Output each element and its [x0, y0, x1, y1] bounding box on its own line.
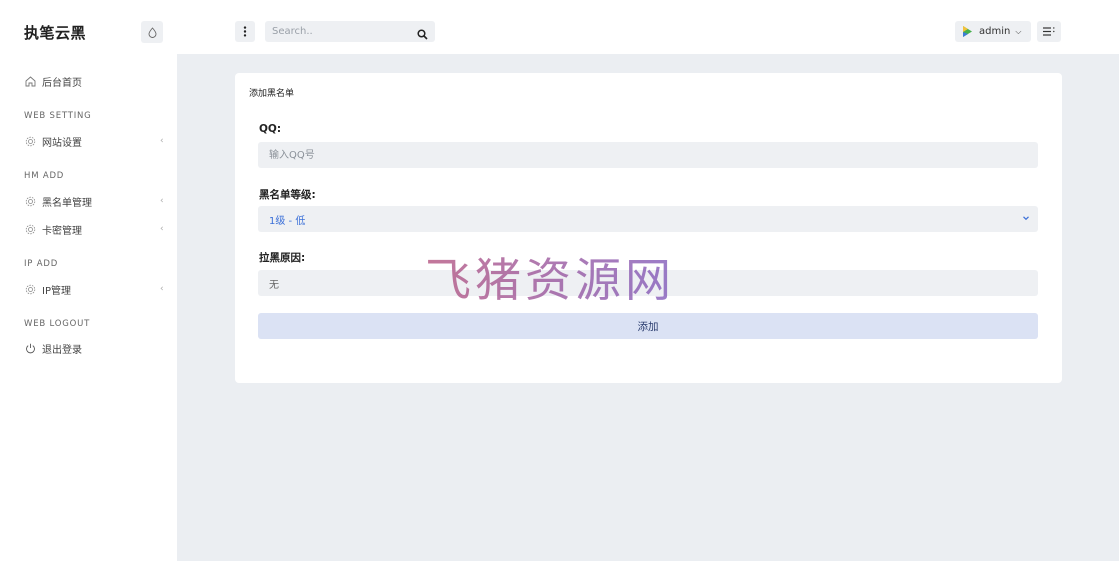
theme-toggle-button[interactable] — [141, 21, 163, 43]
sidebar-item-label: 退出登录 — [42, 344, 82, 356]
chevron-left-icon: ‹ — [160, 196, 164, 206]
qq-input[interactable] — [258, 142, 1038, 168]
section-web-setting: WEB SETTING — [24, 111, 92, 121]
search-icon[interactable] — [417, 25, 428, 44]
card-title: 添加黑名单 — [249, 89, 295, 99]
section-hm-add: HM ADD — [24, 171, 65, 181]
search-input[interactable] — [265, 21, 435, 42]
gear-icon — [24, 283, 36, 295]
sidebar-item-blacklist-management[interactable]: 黑名单管理 ‹ — [24, 194, 174, 209]
add-blacklist-card: 添加黑名单 QQ: 黑名单等级: 1级 - 低 拉黑原因: 添加 — [235, 73, 1062, 383]
avatar — [963, 26, 972, 37]
level-select[interactable]: 1级 - 低 — [258, 206, 1038, 232]
sidebar-item-label: 黑名单管理 — [42, 197, 92, 209]
section-web-logout: WEB LOGOUT — [24, 319, 91, 329]
level-selected-value: 1级 - 低 — [269, 215, 306, 227]
sidebar-item-home[interactable]: 后台首页 — [24, 74, 82, 89]
kebab-icon — [243, 26, 247, 37]
gear-icon — [24, 223, 36, 235]
brand-title: 执笔云黑 — [24, 24, 87, 42]
menu-lines-icon — [1043, 27, 1055, 36]
add-button[interactable]: 添加 — [258, 313, 1038, 339]
reason-input[interactable] — [258, 270, 1038, 296]
sidebar-item-site-settings[interactable]: 网站设置 ‹ — [24, 134, 174, 149]
chevron-left-icon: ‹ — [160, 224, 164, 234]
sidebar-item-label: IP管理 — [42, 285, 71, 297]
sidebar-item-card-key-management[interactable]: 卡密管理 ‹ — [24, 222, 174, 237]
menu-toggle-button[interactable] — [1037, 21, 1061, 42]
home-icon — [24, 75, 36, 87]
sidebar-item-logout[interactable]: 退出登录 — [24, 341, 174, 356]
qq-label: QQ: — [259, 123, 282, 135]
more-options-button[interactable] — [235, 21, 255, 42]
sidebar-item-label: 后台首页 — [42, 77, 82, 89]
droplet-icon — [148, 26, 156, 38]
chevron-left-icon: ‹ — [160, 136, 164, 146]
gear-icon — [24, 135, 36, 147]
username: admin — [979, 26, 1011, 37]
sidebar: 执笔云黑 后台首页 WEB SETTING 网站设置 ‹ HM ADD 黑名单管… — [0, 0, 177, 561]
gear-icon — [24, 195, 36, 207]
reason-label: 拉黑原因: — [259, 252, 306, 264]
user-menu-button[interactable]: admin ⌵ — [955, 21, 1031, 42]
section-ip-add: IP ADD — [24, 259, 59, 269]
chevron-down-icon — [1023, 216, 1029, 221]
sidebar-item-label: 网站设置 — [42, 137, 82, 149]
topbar: admin ⌵ — [177, 0, 1119, 54]
sidebar-item-label: 卡密管理 — [42, 225, 82, 237]
level-label: 黑名单等级: — [259, 189, 316, 201]
power-icon — [24, 342, 36, 354]
chevron-left-icon: ‹ — [160, 284, 164, 294]
sidebar-item-ip-management[interactable]: IP管理 ‹ — [24, 282, 174, 297]
chevron-down-icon: ⌵ — [1015, 26, 1022, 36]
